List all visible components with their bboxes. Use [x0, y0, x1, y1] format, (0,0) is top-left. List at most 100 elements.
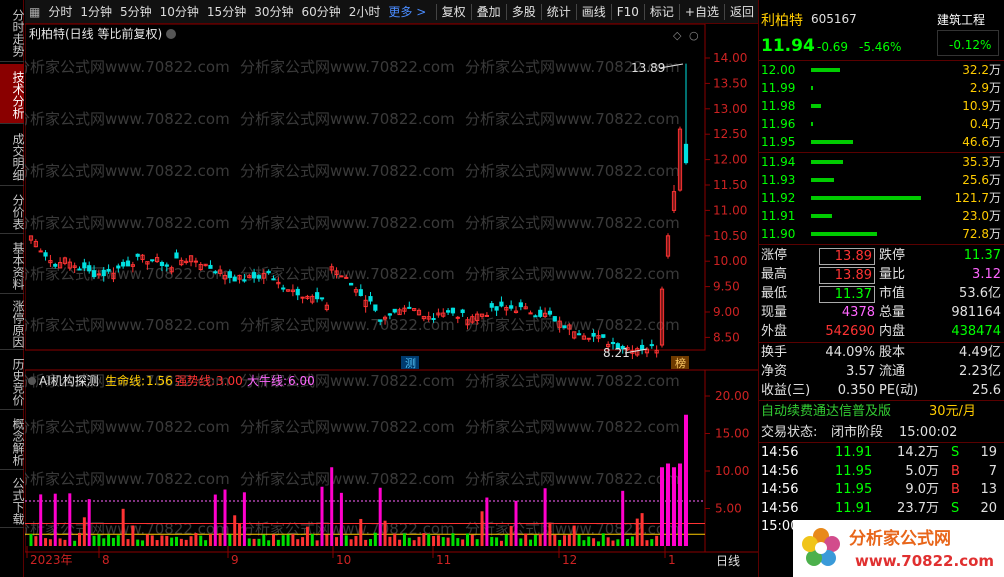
left-tab-7[interactable]: 概念解析: [0, 412, 25, 470]
candle-body: [368, 296, 373, 302]
grid-icon[interactable]: ▦: [25, 0, 44, 24]
period-1[interactable]: 1分钟: [76, 0, 116, 24]
ask-row[interactable]: 11.95 46.6万: [759, 133, 1004, 151]
bid-row[interactable]: 11.93 25.6万: [759, 171, 1004, 189]
indicator-bar: [616, 539, 620, 546]
ask-row[interactable]: 11.99 2.9万: [759, 79, 1004, 97]
kline-chart-svg[interactable]: 分析家公式网www.70822.com 分析家公式网www.70822.com 分析…: [25, 24, 758, 577]
stat-value: 438474: [951, 324, 1001, 339]
indicator-bar: [39, 494, 43, 546]
candle-body: [562, 325, 567, 329]
ask-row[interactable]: 11.96 0.4万: [759, 115, 1004, 133]
indicator-bar: [218, 533, 222, 546]
candle-body: [378, 319, 383, 322]
watermark-text: 分析家公式网www.70822.com: [465, 162, 680, 180]
bid-row[interactable]: 11.91 23.0万: [759, 207, 1004, 225]
watermark-text: 分析家公式网www.70822.com: [465, 110, 680, 128]
indicator-bar: [44, 538, 48, 546]
candle-body: [450, 307, 456, 314]
indicator-line3-value: 6.00: [288, 374, 315, 388]
tick-volume: 9.0万: [905, 482, 939, 497]
indicator-bar: [543, 488, 547, 546]
action-1[interactable]: 叠加: [473, 0, 505, 24]
promo-price[interactable]: 30元/月: [929, 402, 976, 421]
bid-volume-bar: [811, 196, 921, 200]
more-periods-button[interactable]: 更多 >: [384, 0, 430, 24]
trade-time: 15:00:02: [899, 425, 958, 440]
period-2[interactable]: 5分钟: [116, 0, 156, 24]
watermark-text: 分析家公式网www.70822.com: [25, 162, 230, 180]
indicator-bar: [587, 536, 591, 546]
period-7[interactable]: 2小时: [345, 0, 385, 24]
tick-side: B: [951, 482, 960, 497]
bid-row[interactable]: 11.94 35.3万: [759, 153, 1004, 171]
stat-row: 涨停 13.89 跌停 11.37: [759, 246, 1004, 265]
action-0[interactable]: 复权: [438, 0, 470, 24]
indicator-bar: [563, 535, 566, 546]
indicator-bar: [208, 534, 212, 546]
ask-price: 12.00: [761, 63, 796, 77]
indicator-bar: [82, 517, 86, 546]
tick-row: 14:56 11.95 9.0万 B 13: [761, 481, 1001, 499]
indicator-bar: [645, 540, 649, 546]
action-2[interactable]: 多股: [508, 0, 540, 24]
period-3[interactable]: 10分钟: [156, 0, 203, 24]
watermark-text: 分析家公式网www.70822.com: [25, 58, 230, 76]
indicator-bar: [179, 538, 183, 546]
period-6[interactable]: 60分钟: [297, 0, 344, 24]
site-logo: 分析家公式网 www.70822.com: [793, 520, 1004, 577]
left-tab-5[interactable]: 涨停原因: [0, 296, 25, 350]
indicator-bar: [223, 489, 227, 546]
indicator-bar: [330, 467, 334, 546]
action-8[interactable]: 返回: [726, 0, 758, 24]
ask-row[interactable]: 11.98 10.9万: [759, 97, 1004, 115]
stat-value: 542690: [825, 324, 875, 339]
candle-body: [649, 344, 654, 347]
chart-option-icon: ◇: [673, 29, 682, 42]
bid-row[interactable]: 11.90 72.8万: [759, 225, 1004, 243]
ask-row[interactable]: 12.00 32.2万: [759, 61, 1004, 79]
left-tab-2[interactable]: 成交明细: [0, 126, 25, 186]
left-tab-3[interactable]: 分价表: [0, 188, 25, 234]
left-tab-6[interactable]: 历史竞价: [0, 352, 25, 410]
promo-text[interactable]: 自动续费通达信普及版: [761, 402, 891, 421]
candle-body: [164, 264, 169, 267]
indicator-bar: [611, 540, 615, 546]
left-tab-4[interactable]: 基本资料: [0, 236, 25, 294]
stat2-row: 收益(三) 0.350 PE(动) 25.6: [759, 381, 1004, 400]
indicator-bar: [504, 534, 508, 546]
candle-body: [295, 288, 300, 296]
indicator-axis-label: 10.00: [715, 464, 749, 478]
candle-body: [518, 302, 523, 308]
indicator-bar: [373, 532, 377, 546]
period-4[interactable]: 15分钟: [203, 0, 250, 24]
candle-body: [387, 313, 392, 316]
indicator-bar: [228, 534, 232, 546]
indicator-bar: [155, 540, 159, 546]
tick-time: 14:56: [761, 445, 799, 460]
kline-chart-area[interactable]: 分析家公式网www.70822.com 分析家公式网www.70822.com 分析…: [25, 24, 758, 577]
left-tab-8[interactable]: 公式下载: [0, 472, 25, 528]
period-0[interactable]: 分时: [44, 0, 76, 24]
price-change-pct: -5.46%: [859, 40, 902, 54]
promo-row[interactable]: 自动续费通达信普及版 30元/月: [759, 402, 1004, 421]
period-toolbar: ▦ 分时 1分钟 5分钟 10分钟 15分钟 30分钟 60分钟 2小时 更多 > 复权 叠加 多股 统计…: [25, 0, 758, 24]
indicator-line3-label: 大牛线:: [247, 373, 287, 388]
action-5[interactable]: F10: [613, 0, 643, 24]
action-4[interactable]: 画线: [578, 0, 610, 24]
bid-volume: 121.7万: [954, 191, 1001, 205]
stat-row: 现量 4378 总量 981164: [759, 303, 1004, 322]
action-7[interactable]: +自选: [681, 0, 723, 24]
action-6[interactable]: 标记: [646, 0, 678, 24]
candle-body: [135, 253, 140, 257]
tick-row: 14:56 11.91 23.7万 S 20: [761, 500, 1001, 518]
left-tab-1[interactable]: 技术分析: [0, 64, 25, 124]
indicator-surge-bar: [678, 463, 682, 546]
candle-body: [252, 272, 257, 279]
indicator-bar: [238, 523, 242, 546]
left-tab-0[interactable]: 分时走势: [0, 2, 25, 62]
indicator-line2-value: 3.00: [216, 374, 243, 388]
bid-row[interactable]: 11.92 121.7万: [759, 189, 1004, 207]
period-5[interactable]: 30分钟: [250, 0, 297, 24]
action-3[interactable]: 统计: [543, 0, 575, 24]
